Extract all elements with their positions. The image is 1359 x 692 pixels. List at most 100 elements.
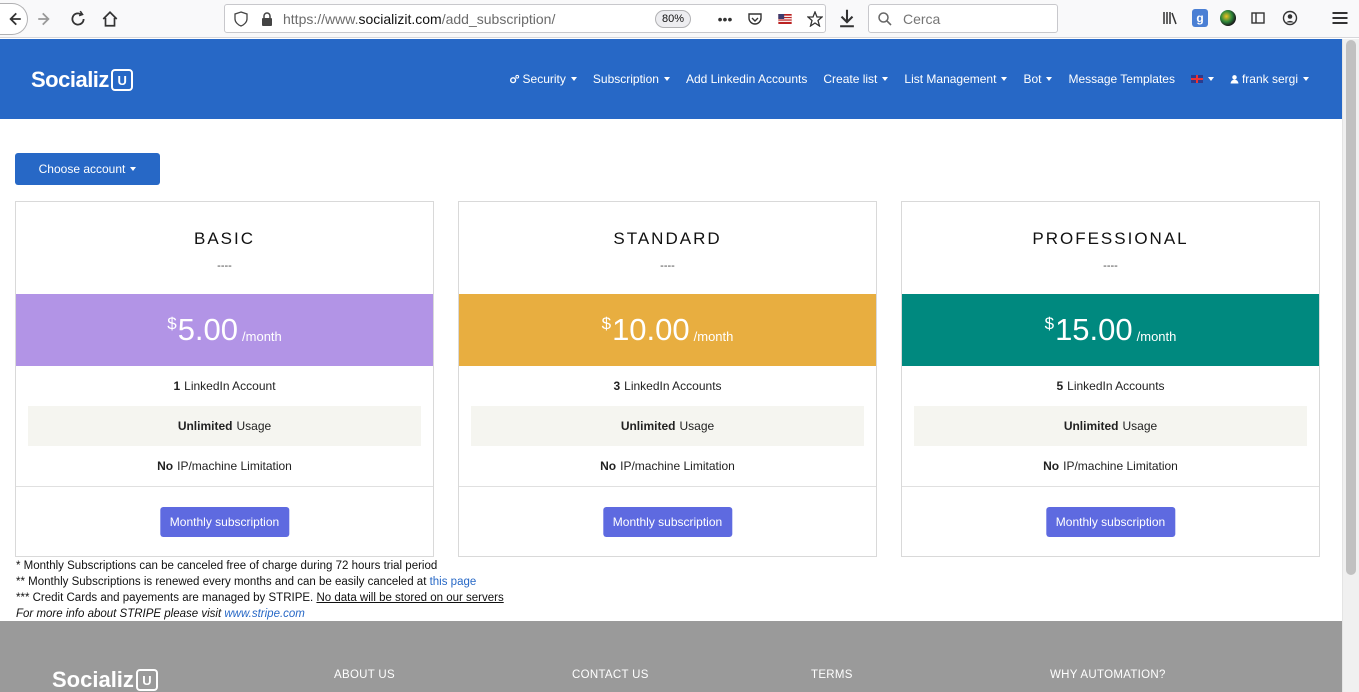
feature-label: Usage	[236, 419, 272, 433]
download-icon[interactable]	[836, 6, 858, 30]
stripe-link-text: www.stripe.com	[224, 608, 305, 620]
plan-card-basic: BASIC ---- $ 5.00 /month 1 LinkedIn Accou…	[15, 201, 434, 557]
hamburger-menu-icon[interactable]	[1330, 8, 1350, 28]
feature-limitation: No IP/machine Limitation	[28, 446, 421, 486]
pocket-icon[interactable]	[745, 9, 765, 29]
choose-account-button[interactable]: Choose account	[15, 153, 160, 185]
feature-limitation: No IP/machine Limitation	[914, 446, 1307, 486]
chevron-down-icon	[130, 167, 137, 171]
nav-add-linkedin-accounts[interactable]: Add Linkedin Accounts	[686, 72, 807, 86]
nav-user-menu[interactable]: frank sergi	[1230, 72, 1309, 86]
nav-create-list[interactable]: Create list	[823, 72, 889, 86]
price-band: $ 10.00 /month	[459, 294, 876, 366]
site-navbar: Socializ U Security Subscription Add Link…	[0, 39, 1342, 119]
google-extension-icon[interactable]: g	[1192, 9, 1208, 27]
nav-subscription[interactable]: Subscription	[593, 72, 670, 86]
feature-value: 3	[613, 379, 621, 393]
zoom-level[interactable]: 80%	[655, 10, 692, 28]
nav-user-label: frank sergi	[1241, 72, 1298, 86]
note-stripe-text: *** Credit Cards and payements are manag…	[16, 592, 314, 604]
card-divider	[902, 486, 1319, 487]
site-logo[interactable]: Socializ U	[31, 67, 133, 93]
nav-list-management[interactable]: List Management	[904, 72, 1008, 86]
note-no-data: No data will be stored on our servers	[316, 592, 504, 604]
logo-mark: U	[110, 69, 133, 91]
account-icon[interactable]	[1280, 8, 1300, 28]
url-prefix: https://www.	[283, 11, 359, 27]
stripe-link[interactable]: www.stripe.com	[224, 608, 305, 620]
nav-message-templates-label: Message Templates	[1068, 72, 1175, 86]
plan-name: PROFESSIONAL	[1032, 229, 1189, 248]
plan-name: BASIC	[193, 229, 256, 248]
feature-label: Usage	[1122, 419, 1158, 433]
browser-toolbar: https://www.socializit.com/add_subscript…	[0, 0, 1359, 38]
monthly-subscription-button[interactable]: Monthly subscription	[602, 507, 733, 537]
price-amount: 15.00	[1055, 312, 1133, 347]
flag-icon[interactable]	[775, 9, 795, 29]
url-path: /add_subscription/	[441, 11, 556, 27]
price-amount: 10.00	[612, 312, 690, 347]
feature-accounts: 5 LinkedIn Accounts	[914, 366, 1307, 406]
subscription-notes: * Monthly Subscriptions can be canceled …	[16, 558, 504, 622]
nav-create-list-label: Create list	[823, 72, 878, 86]
plan-dashes: ----	[217, 260, 232, 272]
chevron-down-icon	[1046, 77, 1053, 81]
url-bar[interactable]: https://www.socializit.com/add_subscript…	[224, 4, 826, 33]
price-currency: $	[1044, 314, 1055, 333]
chevron-down-icon	[1303, 77, 1309, 81]
this-page-link[interactable]: this page	[430, 576, 477, 588]
nav-message-templates[interactable]: Message Templates	[1068, 72, 1175, 86]
card-divider	[16, 486, 433, 487]
user-icon	[1230, 75, 1239, 84]
shield-icon[interactable]	[233, 11, 249, 27]
price-currency: $	[167, 314, 177, 333]
reload-icon[interactable]	[63, 4, 93, 34]
note-renewal-text: ** Monthly Subscriptions is renewed ever…	[16, 576, 427, 588]
home-icon[interactable]	[95, 4, 125, 34]
feature-value: No	[600, 459, 617, 473]
reader-view-icon[interactable]	[1248, 8, 1268, 28]
feature-usage: Unlimited Usage	[471, 406, 864, 446]
feature-value: Unlimited	[620, 419, 676, 433]
price-amount: 5.00	[177, 312, 239, 347]
back-icon[interactable]	[0, 3, 28, 35]
feature-label: Usage	[679, 419, 715, 433]
price-band: $ 5.00 /month	[16, 294, 433, 366]
bookmark-star-icon[interactable]	[805, 9, 825, 29]
feature-label: LinkedIn Accounts	[1067, 379, 1165, 393]
library-icon[interactable]	[1160, 8, 1180, 28]
choose-account-label: Choose account	[38, 162, 126, 176]
feature-accounts: 3 LinkedIn Accounts	[471, 366, 864, 406]
feature-value: No	[157, 459, 174, 473]
price-period: /month	[242, 328, 282, 344]
feature-label: IP/machine Limitation	[177, 459, 292, 473]
feature-accounts: 1 LinkedIn Account	[28, 366, 421, 406]
chevron-down-icon	[663, 77, 670, 81]
footer-why-automation-link[interactable]: WHY AUTOMATION?	[1050, 669, 1166, 681]
note-stripe: *** Credit Cards and payements are manag…	[16, 590, 504, 606]
search-input[interactable]	[903, 10, 1051, 28]
color-extension-icon[interactable]	[1220, 10, 1236, 26]
footer-terms-link[interactable]: TERMS	[811, 669, 853, 681]
footer-contact-link[interactable]: CONTACT US	[572, 669, 649, 681]
price-period: /month	[693, 328, 734, 344]
nav-language[interactable]	[1190, 75, 1214, 83]
url-text[interactable]: https://www.socializit.com/add_subscript…	[283, 11, 555, 27]
footer-about-link[interactable]: ABOUT US	[334, 669, 395, 681]
scrollbar-thumb[interactable]	[1346, 40, 1356, 575]
note-renewal: ** Monthly Subscriptions is renewed ever…	[16, 574, 504, 590]
monthly-subscription-button[interactable]: Monthly subscription	[159, 507, 290, 537]
feature-value: 5	[1056, 379, 1064, 393]
nav-bot[interactable]: Bot	[1023, 72, 1053, 86]
monthly-subscription-button[interactable]: Monthly subscription	[1045, 507, 1176, 537]
price-band: $ 15.00 /month	[902, 294, 1319, 366]
footer-logo[interactable]: Socializ U	[52, 667, 158, 692]
feature-limitation: No IP/machine Limitation	[471, 446, 864, 486]
chevron-down-icon	[1207, 77, 1214, 81]
more-icon[interactable]: •••	[715, 9, 735, 29]
nav-security[interactable]: Security	[509, 72, 577, 86]
forward-icon[interactable]	[30, 4, 60, 34]
lock-icon[interactable]	[259, 11, 275, 27]
search-icon	[878, 12, 892, 26]
search-bar[interactable]	[868, 4, 1058, 33]
